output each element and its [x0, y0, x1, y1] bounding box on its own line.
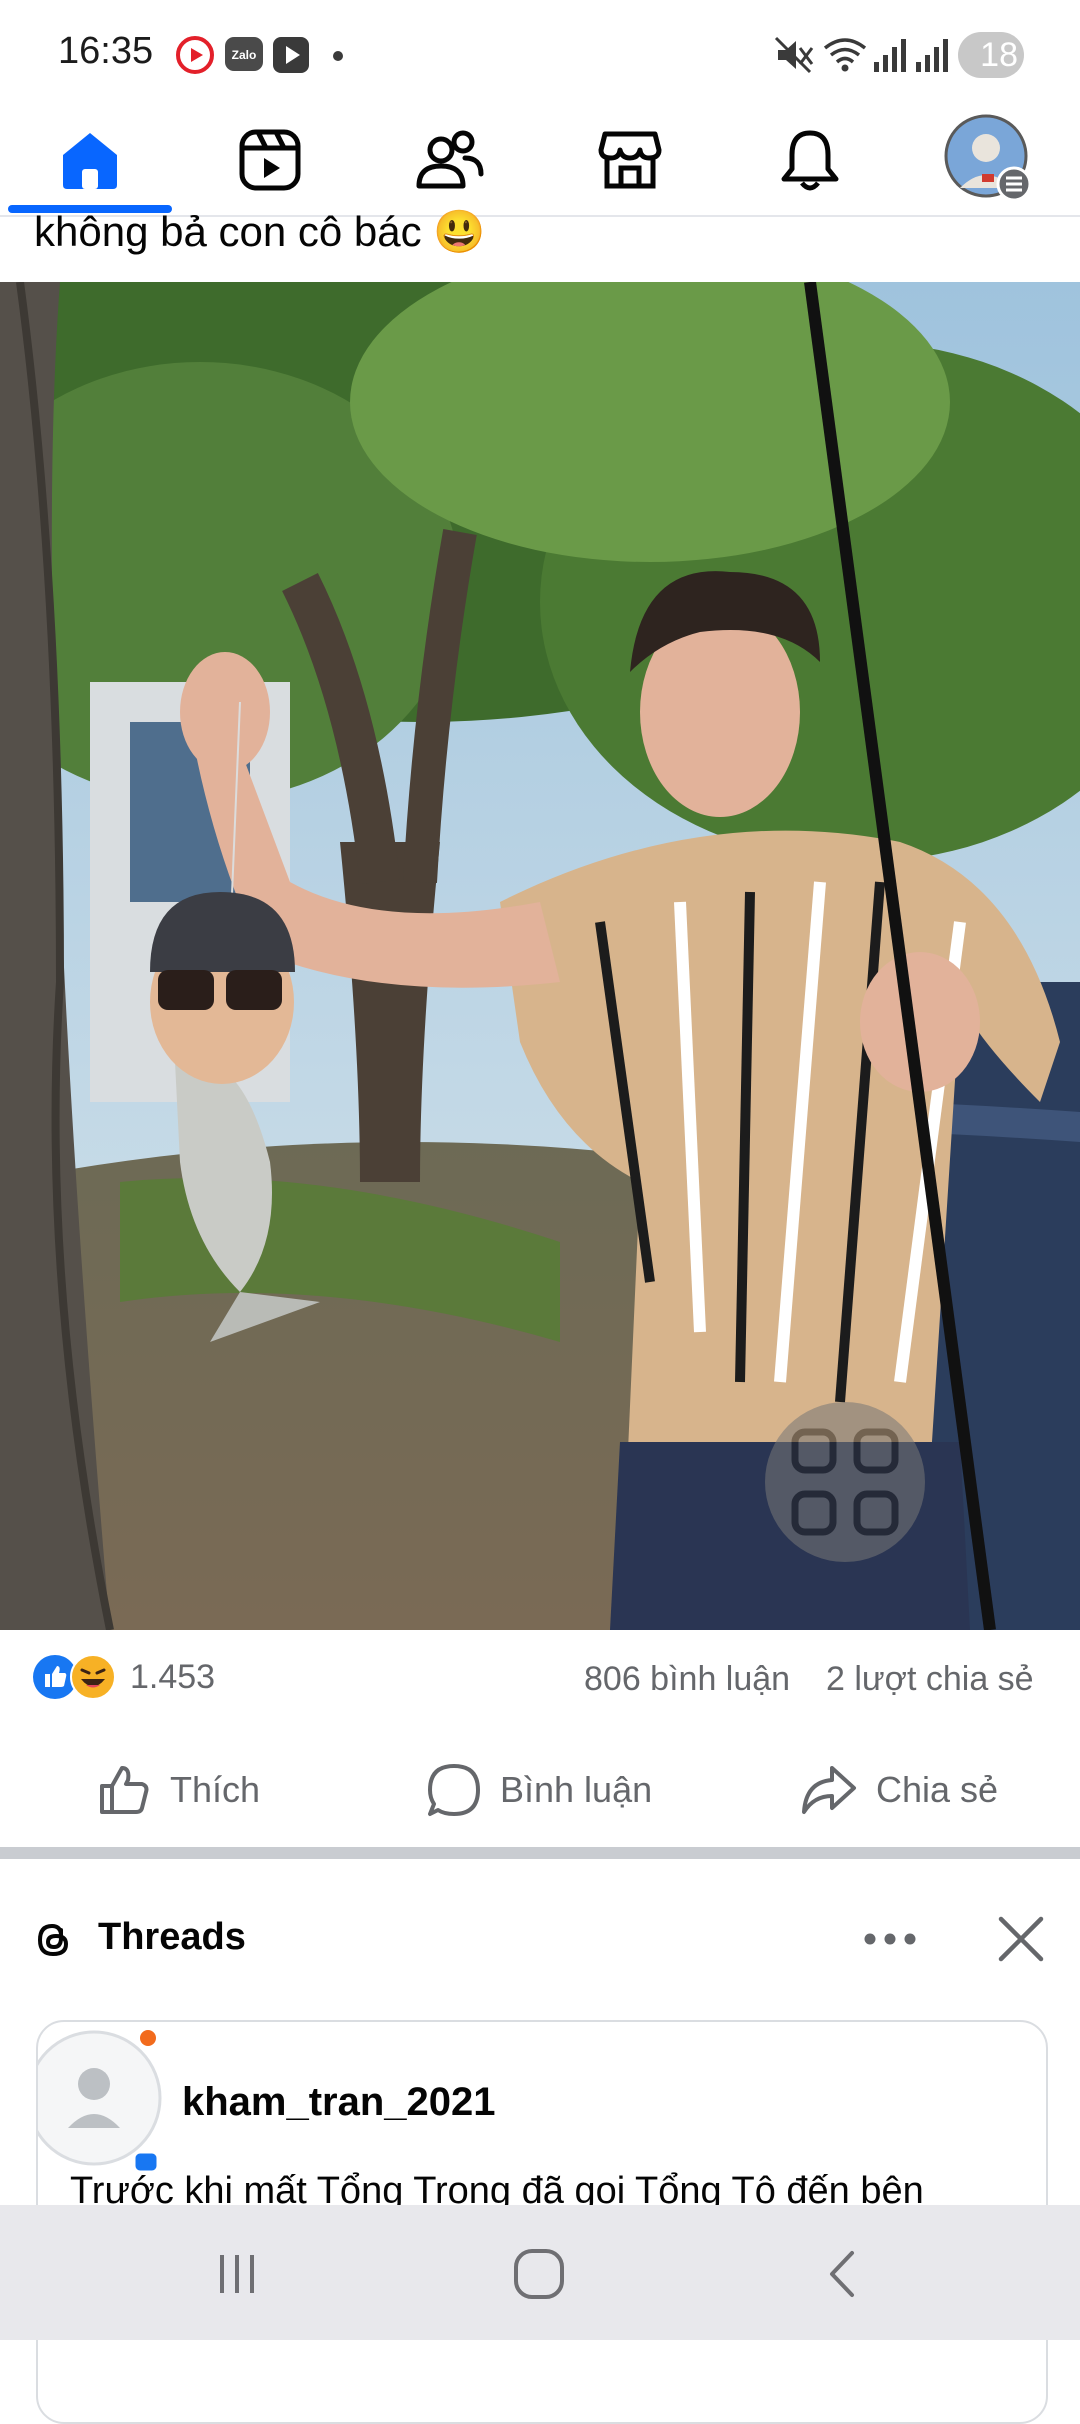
reaction-summary[interactable]: 1.453: [32, 1654, 215, 1700]
thumbs-up-icon: [100, 1766, 149, 1814]
share-button[interactable]: Chia sẻ: [800, 1750, 998, 1830]
signal-icon: [916, 39, 948, 72]
nav-marketplace[interactable]: [540, 105, 720, 215]
status-time: 16:35: [58, 30, 154, 72]
nav-reels[interactable]: [180, 105, 360, 215]
post-caption: không bả con cô bác 😃: [34, 208, 486, 255]
like-button[interactable]: Thích: [96, 1750, 260, 1830]
nav-notifications[interactable]: [720, 105, 900, 215]
comment-label: Bình luận: [500, 1769, 653, 1810]
threads-username[interactable]: kham_tran_2021: [182, 2080, 496, 2125]
threads-section-header: Threads: [0, 1880, 1080, 2000]
status-bar: 16:35 Zalo 18: [0, 0, 1080, 105]
comment-icon: [428, 1764, 480, 1816]
reaction-count: 1.453: [130, 1657, 216, 1696]
watermark-icon: [765, 1402, 925, 1562]
feed-divider: [0, 1847, 1080, 1859]
recents-icon[interactable]: [212, 2249, 262, 2299]
comment-count[interactable]: 806 bình luận: [584, 1660, 790, 1699]
avatar-menu-icon: [944, 114, 1032, 202]
share-count[interactable]: 2 lượt chia sẻ: [826, 1660, 1034, 1699]
threads-logo-icon: [37, 1923, 69, 1957]
nav-profile-menu[interactable]: [900, 105, 1080, 215]
store-icon: [598, 131, 662, 189]
share-label: Chia sẻ: [876, 1769, 999, 1810]
haha-icon: [70, 1654, 116, 1700]
more-options-icon[interactable]: [862, 1926, 918, 1952]
comment-button[interactable]: Bình luận: [426, 1750, 652, 1830]
battery-indicator: 18: [958, 32, 1024, 78]
home-circle-icon[interactable]: [512, 2247, 566, 2301]
nav-friends[interactable]: [360, 105, 540, 215]
close-icon[interactable]: [996, 1914, 1046, 1964]
like-label: Thích: [170, 1769, 261, 1810]
system-navigation-bar: [0, 2205, 1080, 2340]
battery-level: 18: [980, 35, 1018, 74]
wifi-icon: [823, 38, 867, 72]
video-icon: [239, 129, 301, 191]
bell-icon: [781, 130, 839, 191]
post-actions: Thích Bình luận Chia sẻ: [0, 1730, 1080, 1850]
home-icon: [63, 133, 117, 189]
post-image: [0, 282, 1080, 1630]
nav-home[interactable]: [0, 105, 180, 215]
zalo-icon: Zalo: [225, 37, 263, 71]
post-photo[interactable]: [0, 282, 1080, 1630]
dot-icon: [333, 51, 343, 61]
signal-icon: [874, 39, 906, 72]
youtube-red-icon: [176, 36, 214, 74]
mute-icon: [774, 36, 814, 74]
back-icon[interactable]: [818, 2249, 868, 2299]
share-icon: [802, 1766, 856, 1814]
friends-icon: [416, 130, 484, 189]
svg-text:Zalo: Zalo: [232, 48, 257, 62]
avatar: [38, 2030, 162, 2174]
play-icon: [273, 37, 309, 73]
reactions-row: 1.453 806 bình luận 2 lượt chia sẻ: [0, 1630, 1080, 1730]
threads-title: Threads: [98, 1916, 246, 1958]
